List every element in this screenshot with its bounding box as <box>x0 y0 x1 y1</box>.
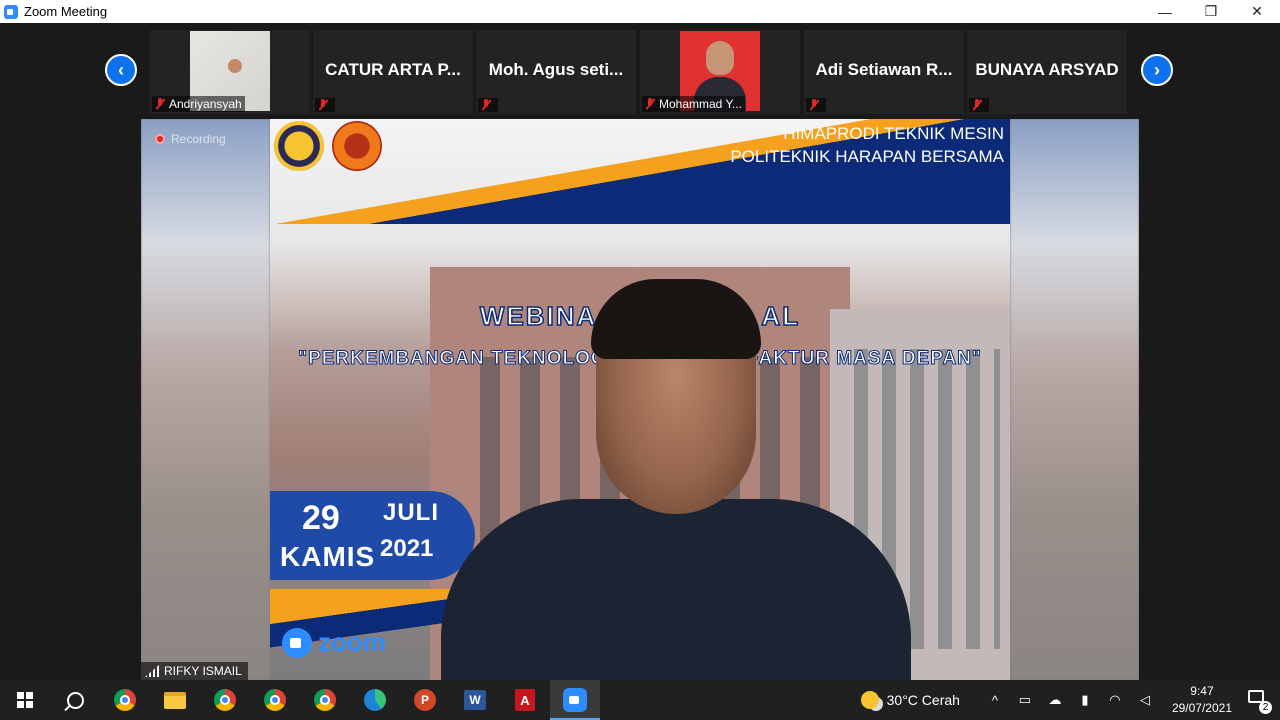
minimize-button[interactable]: — <box>1142 0 1188 23</box>
speaker-body <box>441 499 911 680</box>
taskbar-chrome[interactable] <box>250 680 300 720</box>
participant-tile[interactable]: CATUR ARTA P... <box>313 30 473 114</box>
search-icon <box>66 691 84 709</box>
participant-name: Adi Setiawan R... <box>815 60 953 79</box>
virtual-background-edge <box>141 119 270 680</box>
start-button[interactable] <box>0 680 50 720</box>
participant-label: Andriyansyah <box>169 97 242 111</box>
participant-footer: Andriyansyah <box>152 96 245 112</box>
participant-footer <box>969 98 989 112</box>
participant-name: Moh. Agus seti... <box>488 60 624 79</box>
mic-muted-icon <box>809 99 819 111</box>
word-icon: W <box>464 690 486 710</box>
participant-footer: Mohammad Y... <box>642 96 745 112</box>
participant-footer <box>478 98 498 112</box>
weather-icon[interactable] <box>860 691 879 709</box>
restore-button[interactable]: ❐ <box>1188 0 1234 23</box>
chrome-icon <box>214 689 236 711</box>
signal-strength-icon <box>145 665 159 677</box>
clock-time: 9:47 <box>1190 684 1214 698</box>
taskbar-zoom[interactable] <box>550 680 600 720</box>
slide-organizer: HIMAPRODI TEKNIK MESIN POLITEKNIK HARAPA… <box>730 122 1004 168</box>
speaker-name-tag: RIFKY ISMAIL <box>141 662 248 680</box>
chrome-icon <box>264 689 286 711</box>
event-day: 29 <box>302 499 340 537</box>
mic-muted-icon <box>645 98 655 110</box>
notification-count: 2 <box>1259 701 1272 714</box>
organizer-line: POLITEKNIK HARAPAN BERSAMA <box>730 147 1004 166</box>
participant-tile[interactable]: Adi Setiawan R... <box>804 30 964 114</box>
event-weekday: KAMIS <box>280 541 376 572</box>
institution-logo <box>332 121 382 171</box>
tray-overflow-chevron-icon[interactable]: ^ <box>986 680 1004 720</box>
zoom-wordmark: zoom <box>318 627 386 657</box>
acrobat-icon: A <box>515 689 535 711</box>
usb-device-icon[interactable]: ▮ <box>1076 680 1094 720</box>
taskbar-word[interactable]: W <box>450 680 500 720</box>
taskbar-chrome[interactable] <box>300 680 350 720</box>
mic-muted-icon <box>972 99 982 111</box>
wifi-icon[interactable]: ◠ <box>1106 680 1124 720</box>
record-dot-icon <box>155 134 165 144</box>
folder-icon <box>164 691 186 709</box>
recording-indicator: Recording <box>155 132 226 146</box>
window-title: Zoom Meeting <box>24 4 108 19</box>
system-clock[interactable]: 9:47 29/07/2021 <box>1172 683 1232 717</box>
mic-muted-icon <box>318 99 328 111</box>
institution-logo <box>274 121 324 171</box>
powerpoint-icon: P <box>414 689 436 711</box>
taskbar-powerpoint[interactable]: P <box>400 680 450 720</box>
search-button[interactable] <box>50 680 100 720</box>
zoom-icon <box>563 688 587 712</box>
participant-footer <box>806 98 826 112</box>
onedrive-cloud-icon[interactable]: ☁ <box>1046 680 1064 720</box>
volume-icon[interactable]: ◁ <box>1136 680 1154 720</box>
clock-date: 29/07/2021 <box>1171 701 1232 715</box>
event-date-box: 29 JULI KAMIS 2021 <box>270 491 475 580</box>
participant-tile[interactable]: Mohammad Y... <box>640 30 800 114</box>
windows-taskbar: P W A 30°C Cerah ^ ▭ ☁ ▮ ◠ ◁ 9:47 29/07/… <box>0 680 1280 720</box>
taskbar-chrome[interactable] <box>100 680 150 720</box>
notification-center-button[interactable]: 2 <box>1248 690 1272 714</box>
window-titlebar: Zoom Meeting — ❐ ✕ <box>0 0 1280 23</box>
taskbar-edge[interactable] <box>350 680 400 720</box>
participant-label: Mohammad Y... <box>659 97 742 111</box>
participant-tile[interactable]: Moh. Agus seti... <box>476 30 636 114</box>
organizer-line: HIMAPRODI TEKNIK MESIN <box>783 124 1004 143</box>
taskbar-acrobat[interactable]: A <box>500 680 550 720</box>
speaker-name: RIFKY ISMAIL <box>164 664 242 678</box>
participant-name: BUNAYA ARSYAD <box>975 60 1119 79</box>
participant-tile[interactable]: BUNAYA ARSYAD <box>967 30 1127 114</box>
participant-name: CATUR ARTA P... <box>325 60 461 79</box>
virtual-background-edge <box>1010 119 1139 680</box>
participant-footer <box>315 98 335 112</box>
mic-muted-icon <box>155 98 165 110</box>
previous-page-button[interactable]: ‹ <box>105 54 137 86</box>
taskbar-chrome[interactable] <box>200 680 250 720</box>
windows-logo-icon <box>17 692 33 708</box>
zoom-branding: zoom <box>282 627 386 658</box>
active-speaker-video[interactable]: HIMAPRODI TEKNIK MESIN POLITEKNIK HARAPA… <box>141 119 1139 680</box>
next-page-button[interactable]: › <box>1141 54 1173 86</box>
close-button[interactable]: ✕ <box>1234 0 1280 23</box>
recording-label: Recording <box>171 132 226 146</box>
participant-tile[interactable]: Andriyansyah <box>150 30 310 114</box>
event-month: JULI <box>383 499 440 526</box>
chrome-icon <box>114 689 136 711</box>
battery-icon[interactable]: ▭ <box>1016 680 1034 720</box>
weather-widget[interactable]: 30°C Cerah <box>887 692 960 708</box>
system-tray: 30°C Cerah ^ ▭ ☁ ▮ ◠ ◁ 9:47 29/07/2021 2 <box>860 680 1280 720</box>
participant-strip: ‹ Andriyansyah CATUR ARTA P... Moh. Agus… <box>0 23 1280 118</box>
window-controls: — ❐ ✕ <box>1142 0 1280 23</box>
event-year: 2021 <box>380 535 434 562</box>
chrome-icon <box>314 689 336 711</box>
zoom-logo-icon <box>282 627 312 658</box>
zoom-app-icon <box>4 4 18 19</box>
edge-icon <box>364 689 386 711</box>
mic-muted-icon <box>481 99 491 111</box>
taskbar-file-explorer[interactable] <box>150 680 200 720</box>
